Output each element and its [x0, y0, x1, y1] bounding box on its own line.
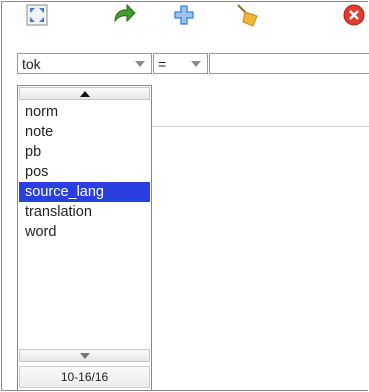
dropdown-options: norm note pb pos source_lang translation… [19, 102, 150, 242]
arrow-down-icon [79, 352, 90, 359]
list-item[interactable]: pb [19, 142, 150, 162]
attribute-select-value: tok [22, 55, 41, 72]
clear-button[interactable] [234, 3, 262, 27]
attribute-dropdown-list: norm note pb pos source_lang translation… [17, 85, 152, 391]
list-item[interactable]: note [19, 122, 150, 142]
add-button[interactable] [170, 3, 198, 27]
fullscreen-button[interactable] [23, 3, 51, 27]
operator-select-value: = [158, 55, 167, 72]
close-button[interactable] [340, 3, 368, 27]
redo-arrow-icon [114, 3, 136, 23]
chevron-down-icon [191, 61, 201, 67]
list-item[interactable]: pos [19, 162, 150, 182]
list-item-selected[interactable]: source_lang [19, 182, 150, 202]
broom-icon [237, 4, 258, 27]
arrow-up-icon [79, 90, 90, 97]
scroll-up-button[interactable] [19, 87, 150, 100]
list-item[interactable]: norm [19, 102, 150, 122]
close-icon [343, 4, 365, 26]
operator-select[interactable]: = [153, 53, 208, 74]
scroll-down-button[interactable] [19, 349, 150, 362]
value-input[interactable] [209, 53, 369, 74]
page-counter: 10-16/16 [19, 366, 150, 388]
chevron-down-icon [135, 61, 145, 67]
add-icon [174, 5, 194, 25]
fullscreen-icon [26, 4, 48, 26]
divider [152, 126, 369, 127]
redo-button[interactable] [110, 3, 138, 27]
toolbar [2, 2, 369, 28]
list-item[interactable]: translation [19, 202, 150, 222]
list-item[interactable]: word [19, 222, 150, 242]
attribute-select[interactable]: tok [17, 53, 152, 74]
